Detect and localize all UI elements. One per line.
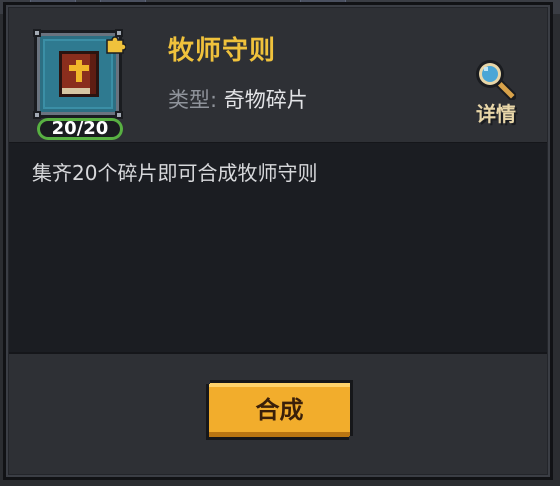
frame-corner [33,111,41,119]
compose-button[interactable]: 合成 [206,380,353,440]
fragment-count-badge: 20/20 [37,118,123,140]
item-type-value: 奇物碎片 [223,88,308,112]
priest-rulebook-icon [59,51,99,97]
magnifier-icon [476,60,516,100]
detail-button[interactable]: 详情 [466,56,526,126]
item-type-label: 类型: [168,88,218,112]
frame-corner [115,111,123,119]
item-description: 集齐20个碎片即可合成牧师守则 [32,161,318,185]
frame-corner [33,29,41,37]
item-title: 牧师守则 [168,36,277,66]
item-type-row: 类型: 奇物碎片 [168,84,308,114]
detail-button-label: 详情 [476,102,516,126]
puzzle-piece-icon [106,36,126,54]
